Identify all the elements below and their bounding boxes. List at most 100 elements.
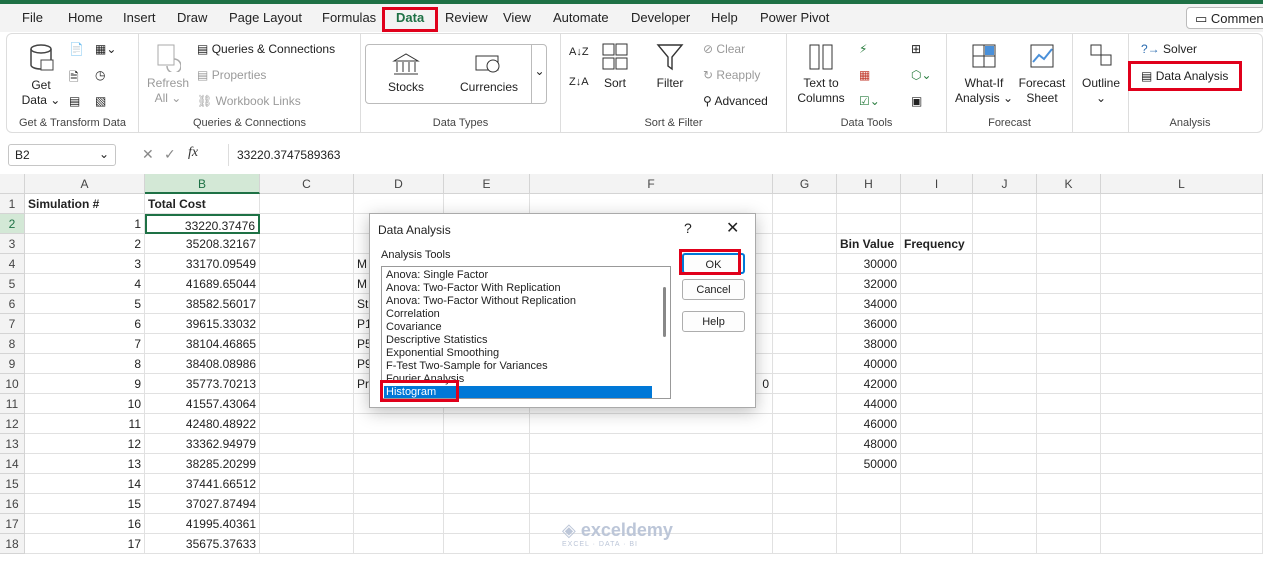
table-cell[interactable] (1101, 414, 1263, 434)
table-cell[interactable]: 1 (25, 214, 145, 234)
table-cell[interactable] (354, 474, 444, 494)
table-cell[interactable] (1101, 214, 1263, 234)
outline-button[interactable]: Outline ⌄ (1077, 42, 1125, 106)
table-cell[interactable] (1037, 494, 1101, 514)
table-cell[interactable] (1037, 354, 1101, 374)
table-cell[interactable] (260, 334, 354, 354)
table-cell[interactable] (837, 534, 901, 554)
table-cell[interactable]: 33362.94979 (145, 434, 260, 454)
table-cell[interactable] (773, 294, 837, 314)
list-item[interactable]: Anova: Two-Factor With Replication (386, 282, 561, 294)
table-cell[interactable] (1037, 274, 1101, 294)
tab-developer[interactable]: Developer (631, 10, 690, 25)
table-cell[interactable]: 4 (25, 274, 145, 294)
row-header[interactable]: 5 (0, 274, 25, 294)
table-cell[interactable] (901, 374, 973, 394)
table-cell[interactable] (530, 434, 773, 454)
table-cell[interactable] (354, 514, 444, 534)
table-cell[interactable]: 42480.48922 (145, 414, 260, 434)
enter-icon[interactable]: ✓ (164, 146, 176, 163)
list-item[interactable]: Descriptive Statistics (386, 334, 487, 346)
flash-fill-icon[interactable]: ⚡ (859, 42, 867, 56)
table-cell[interactable] (354, 194, 444, 214)
table-cell[interactable] (973, 334, 1037, 354)
table-cell[interactable] (354, 454, 444, 474)
table-cell[interactable]: 37027.87494 (145, 494, 260, 514)
tab-home[interactable]: Home (68, 10, 103, 25)
list-item[interactable]: Anova: Two-Factor Without Replication (386, 295, 576, 307)
table-cell[interactable] (901, 434, 973, 454)
table-cell[interactable] (530, 454, 773, 474)
table-cell[interactable] (773, 474, 837, 494)
from-text-icon[interactable]: 📄 (69, 42, 84, 56)
table-cell[interactable] (773, 274, 837, 294)
list-item[interactable]: Anova: Single Factor (386, 269, 488, 281)
table-cell[interactable] (260, 474, 354, 494)
name-box[interactable]: B2 ⌄ (8, 144, 116, 166)
list-item[interactable]: Correlation (386, 308, 440, 320)
table-cell[interactable]: 44000 (837, 394, 901, 414)
row-header[interactable]: 1 (0, 194, 25, 214)
table-cell[interactable]: 12 (25, 434, 145, 454)
table-cell[interactable]: 16 (25, 514, 145, 534)
table-cell[interactable] (260, 254, 354, 274)
list-item[interactable]: Exponential Smoothing (386, 347, 499, 359)
row-header[interactable]: 17 (0, 514, 25, 534)
table-cell[interactable] (837, 214, 901, 234)
row-header[interactable]: 4 (0, 254, 25, 274)
table-cell[interactable] (444, 474, 530, 494)
row-header[interactable]: 3 (0, 234, 25, 254)
col-header-g[interactable]: G (773, 174, 837, 194)
table-cell[interactable] (901, 214, 973, 234)
table-cell[interactable] (1101, 274, 1263, 294)
table-cell[interactable]: 7 (25, 334, 145, 354)
table-cell[interactable] (444, 494, 530, 514)
table-cell[interactable] (973, 534, 1037, 554)
list-scrollbar[interactable] (663, 287, 666, 337)
table-cell[interactable]: 30000 (837, 254, 901, 274)
table-cell[interactable]: 10 (25, 394, 145, 414)
table-cell[interactable]: 3 (25, 254, 145, 274)
table-cell[interactable] (901, 334, 973, 354)
tab-power-pivot[interactable]: Power Pivot (760, 10, 829, 25)
table-cell[interactable] (260, 454, 354, 474)
table-cell[interactable] (901, 414, 973, 434)
filter-button[interactable]: Filter (653, 42, 687, 91)
table-cell[interactable] (773, 394, 837, 414)
table-cell[interactable] (773, 454, 837, 474)
col-header-a[interactable]: A (25, 174, 145, 194)
table-cell[interactable] (260, 494, 354, 514)
table-cell[interactable]: 35773.70213 (145, 374, 260, 394)
table-cell[interactable] (973, 254, 1037, 274)
table-cell[interactable] (1037, 514, 1101, 534)
table-cell[interactable] (354, 534, 444, 554)
table-cell[interactable] (973, 274, 1037, 294)
table-cell[interactable] (901, 194, 973, 214)
table-cell[interactable] (773, 434, 837, 454)
tab-review[interactable]: Review (445, 10, 488, 25)
table-cell[interactable] (901, 454, 973, 474)
table-cell[interactable]: 36000 (837, 314, 901, 334)
table-cell[interactable] (1037, 394, 1101, 414)
table-cell[interactable] (260, 394, 354, 414)
table-cell[interactable] (973, 514, 1037, 534)
col-header-f[interactable]: F (530, 174, 773, 194)
table-cell[interactable]: 46000 (837, 414, 901, 434)
table-cell[interactable] (530, 494, 773, 514)
table-cell[interactable] (973, 474, 1037, 494)
table-cell[interactable] (1101, 474, 1263, 494)
get-data-button[interactable]: Get Data ⌄ (21, 42, 61, 108)
table-cell[interactable] (530, 474, 773, 494)
table-cell[interactable]: Frequency (901, 234, 973, 254)
table-cell[interactable] (260, 214, 354, 234)
table-cell[interactable]: 41995.40361 (145, 514, 260, 534)
row-header[interactable]: 10 (0, 374, 25, 394)
tab-view[interactable]: View (503, 10, 531, 25)
table-cell[interactable] (444, 534, 530, 554)
row-header[interactable]: 6 (0, 294, 25, 314)
table-cell[interactable] (444, 434, 530, 454)
table-cell[interactable] (773, 234, 837, 254)
table-cell[interactable] (973, 414, 1037, 434)
active-cell[interactable]: 33220.37476 (145, 214, 260, 234)
table-cell[interactable]: 6 (25, 314, 145, 334)
